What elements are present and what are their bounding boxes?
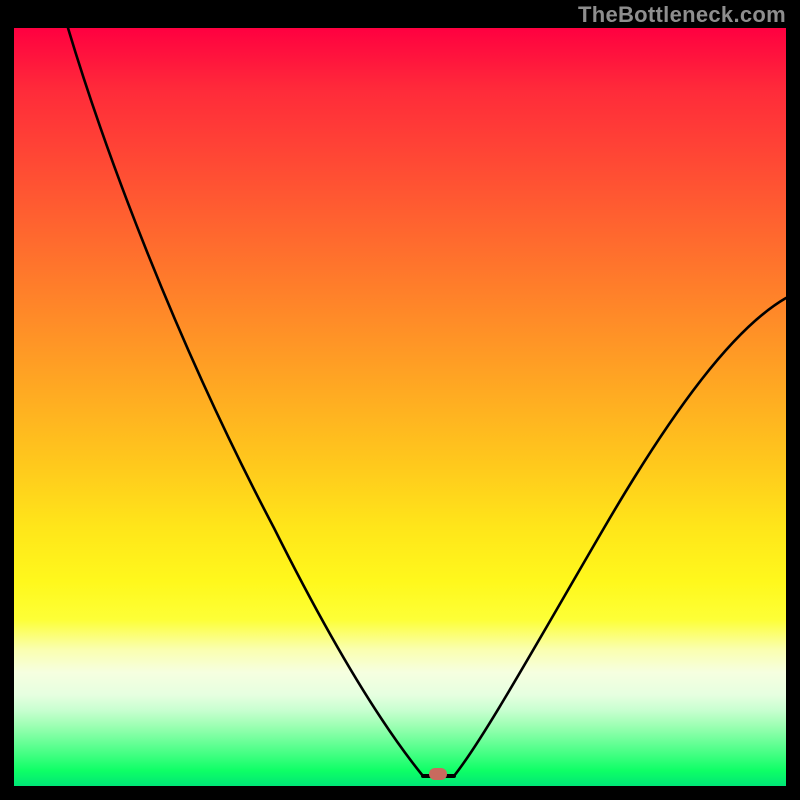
chart-container: TheBottleneck.com xyxy=(0,0,800,800)
plot-area xyxy=(14,28,786,786)
curve-left xyxy=(68,28,423,776)
curve-right xyxy=(454,298,786,776)
min-marker xyxy=(429,768,447,780)
attribution-text: TheBottleneck.com xyxy=(578,2,786,28)
curve-layer xyxy=(14,28,786,786)
